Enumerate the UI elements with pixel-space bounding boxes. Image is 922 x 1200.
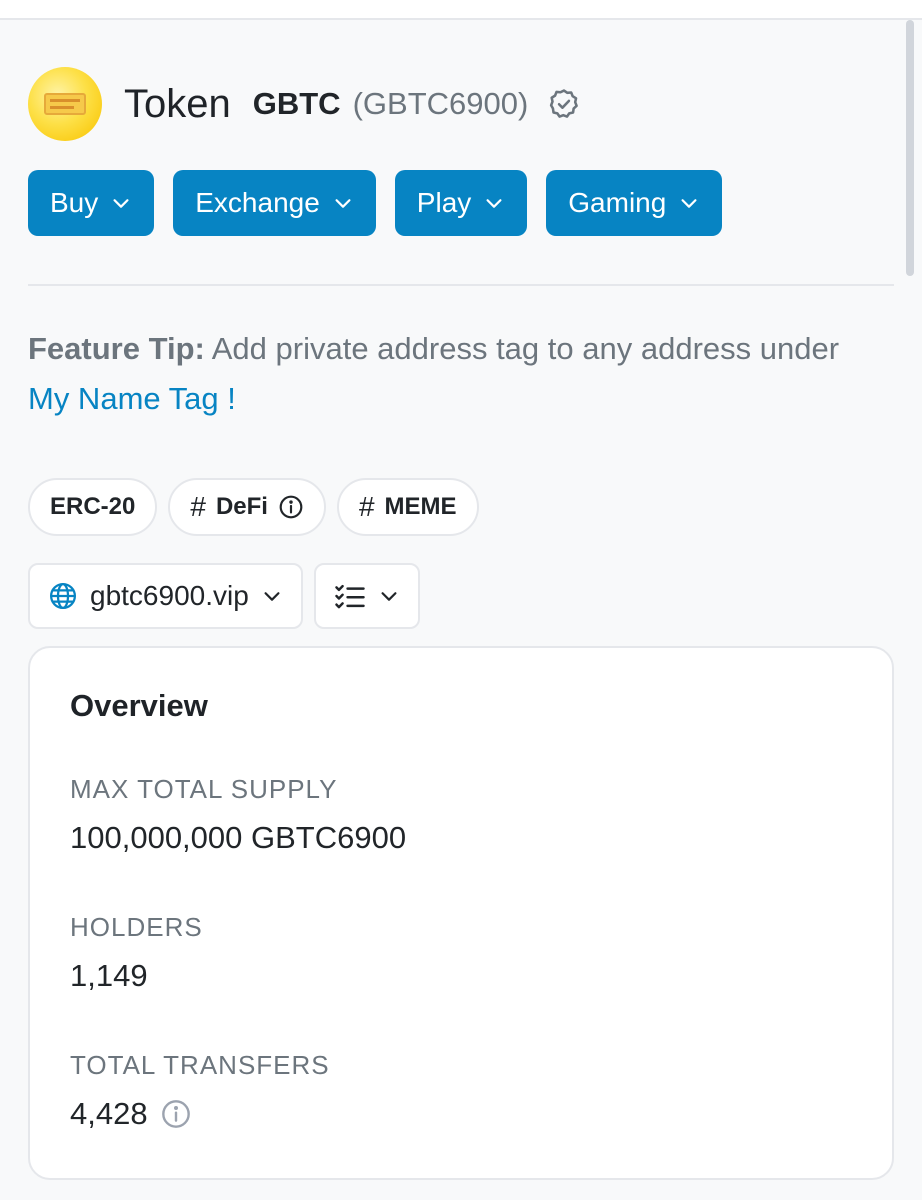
token-tags: ERC-20 # DeFi # MEME: [28, 478, 479, 536]
top-bar: [0, 0, 922, 20]
chevron-down-icon: [381, 592, 397, 601]
token-logo: [28, 67, 102, 141]
play-dropdown-button[interactable]: Play: [394, 170, 528, 236]
exchange-dropdown-button[interactable]: Exchange: [173, 170, 376, 236]
token-full-symbol: (GBTC6900): [352, 86, 529, 121]
max-supply-amount: 100,000,000 GBTC6900: [70, 820, 407, 855]
gaming-dropdown-button[interactable]: Gaming: [546, 170, 723, 236]
more-options-dropdown[interactable]: [313, 563, 420, 629]
hash-icon: #: [190, 491, 206, 522]
token-symbol: GBTC: [252, 86, 341, 121]
tag-meme-label: MEME: [384, 493, 457, 520]
overview-title: Overview: [70, 688, 208, 723]
section-divider: [28, 284, 894, 286]
tag-erc20-label: ERC-20: [50, 493, 136, 520]
info-icon[interactable]: [160, 1098, 192, 1130]
chevron-down-icon: [335, 199, 351, 208]
checklist-icon: [335, 584, 365, 609]
max-supply-value: 100,000,000 GBTC6900: [70, 820, 406, 856]
play-button-label: Play: [416, 187, 472, 218]
tag-defi-label: DeFi: [215, 493, 268, 520]
page-title: Token: [124, 81, 231, 126]
links-row: gbtc6900.vip: [28, 563, 420, 629]
chevron-down-icon: [264, 592, 280, 601]
action-button-row: Buy Exchange Play Gaming: [28, 170, 723, 236]
buy-dropdown-button[interactable]: Buy: [28, 170, 155, 236]
chevron-down-icon: [113, 199, 129, 208]
feature-tip-prefix: Feature Tip:: [28, 331, 205, 366]
holders-value: 1,149: [70, 958, 148, 994]
scrollbar[interactable]: [906, 20, 914, 276]
total-transfers-label: TOTAL TRANSFERS: [70, 1050, 330, 1080]
overview-card: Overview MAX TOTAL SUPPLY 100,000,000 GB…: [28, 646, 894, 1180]
feature-tip: Feature Tip: Add private address tag to …: [28, 324, 888, 424]
token-header: Token GBTC (GBTC6900): [28, 66, 582, 142]
website-label: gbtc6900.vip: [90, 580, 249, 611]
total-transfers-value: 4,428: [70, 1096, 192, 1132]
tag-erc20[interactable]: ERC-20: [28, 478, 158, 536]
verified-badge-icon: [546, 86, 582, 122]
holders-count: 1,149: [70, 958, 148, 993]
tag-defi[interactable]: # DeFi: [168, 478, 326, 536]
total-transfers-count: 4,428: [70, 1096, 148, 1131]
holders-label: HOLDERS: [70, 912, 203, 942]
token-logo-mark: [44, 93, 86, 115]
website-dropdown[interactable]: gbtc6900.vip: [28, 563, 303, 629]
hash-icon: #: [358, 491, 375, 522]
chevron-down-icon: [486, 199, 502, 208]
gaming-button-label: Gaming: [568, 187, 667, 218]
globe-icon: [50, 583, 76, 609]
my-name-tag-link[interactable]: My Name Tag !: [28, 381, 236, 416]
feature-tip-text: Add private address tag to any address u…: [204, 331, 840, 366]
chevron-down-icon: [681, 199, 697, 208]
tag-meme[interactable]: # MEME: [336, 478, 479, 536]
info-icon[interactable]: [278, 494, 304, 520]
exchange-button-label: Exchange: [195, 187, 320, 218]
buy-button-label: Buy: [50, 187, 99, 218]
max-supply-label: MAX TOTAL SUPPLY: [70, 774, 338, 804]
